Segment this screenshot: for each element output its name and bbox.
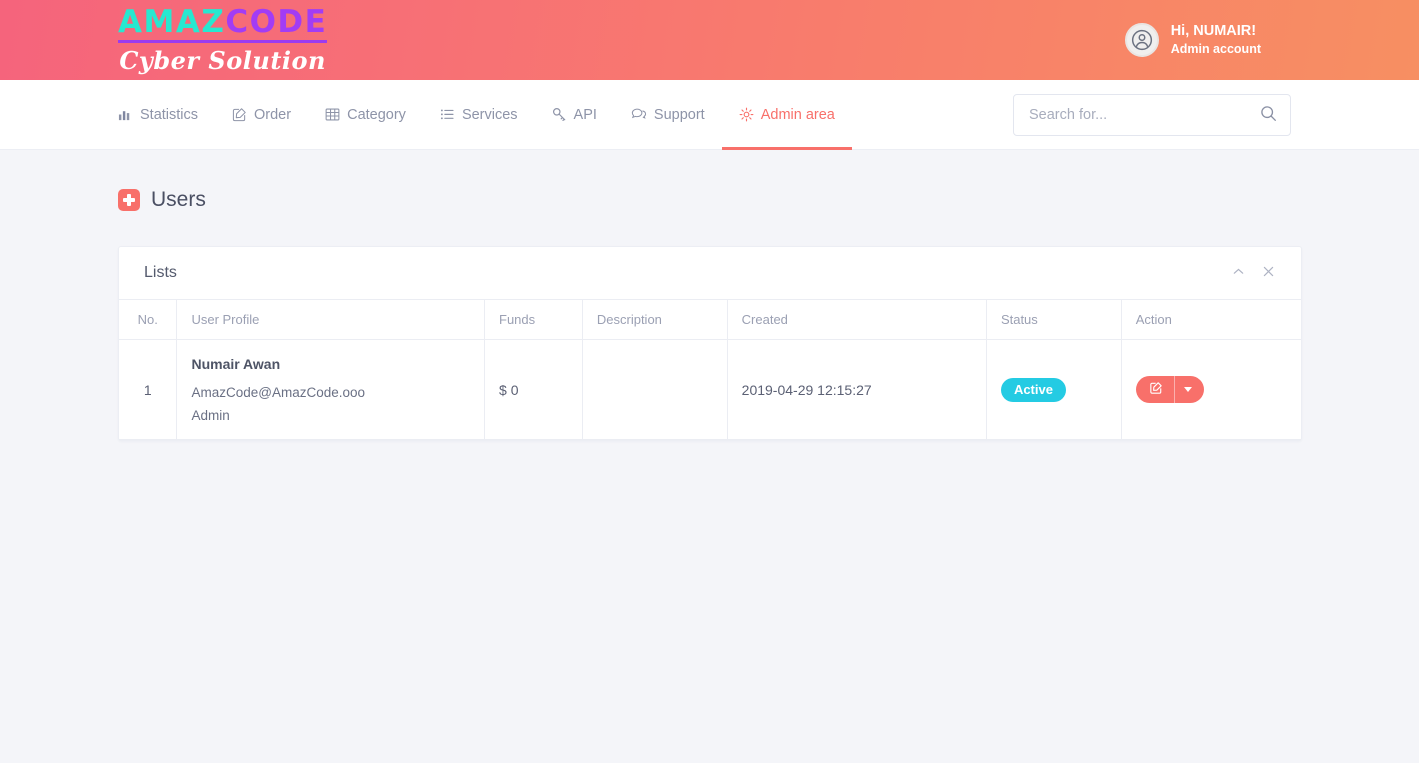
nav-item-category[interactable]: Category (308, 80, 423, 150)
table-header-row: No. User Profile Funds Description Creat… (119, 299, 1301, 340)
column-header-no: No. (119, 299, 178, 340)
column-header-user-profile: User Profile (176, 299, 486, 340)
users-table: No. User Profile Funds Description Creat… (119, 299, 1301, 440)
brand-logo-tagline: Cyber Solution (119, 46, 326, 75)
caret-down-icon (1183, 387, 1192, 392)
cell-user-profile: Numair Awan AmazCode@AmazCode.ooo Admin (176, 339, 486, 440)
edit-square-icon (1149, 381, 1163, 398)
nav-item-statistics[interactable]: Statistics (118, 80, 215, 150)
edit-square-icon (232, 107, 247, 122)
brand-logo-secondary: CODE (225, 4, 328, 40)
nav-item-label: Admin area (760, 106, 835, 123)
close-card-button[interactable] (1260, 263, 1277, 283)
search-icon (1260, 105, 1277, 125)
app-header: AMAZCODE Cyber Solution Hi, NUMAIR! Admi… (0, 0, 1419, 80)
nav-item-label: API (573, 106, 597, 123)
user-role: Admin (191, 408, 230, 423)
edit-user-button[interactable] (1136, 376, 1174, 403)
row-action-dropdown-button[interactable] (1173, 376, 1204, 403)
column-header-description: Description (582, 299, 728, 340)
close-icon (1262, 265, 1275, 281)
plus-square-icon (118, 189, 140, 211)
user-name: Numair Awan (191, 356, 281, 372)
account-greeting: Hi, NUMAIR! (1170, 22, 1257, 39)
nav-item-support[interactable]: Support (614, 80, 722, 150)
cell-status: Active (986, 339, 1122, 440)
nav-item-services[interactable]: Services (423, 80, 535, 150)
cell-description (582, 339, 728, 440)
nav-item-label: Services (461, 106, 518, 123)
nav-item-api[interactable]: API (535, 80, 614, 150)
nav-item-order[interactable]: Order (215, 80, 308, 150)
brand-logo-primary: AMAZ (118, 4, 226, 40)
user-email: AmazCode@AmazCode.ooo (191, 385, 365, 400)
nav-item-list: Statistics Order Category Services API S… (118, 80, 853, 150)
bar-chart-icon (118, 107, 133, 122)
brand-logo-wordmark: AMAZCODE (118, 4, 328, 43)
search-box (1013, 93, 1291, 136)
nav-item-label: Support (653, 106, 705, 123)
cell-funds: $ 0 (484, 339, 583, 440)
chat-bubble-icon (631, 107, 647, 122)
nav-item-label: Order (254, 106, 292, 123)
chevron-up-icon (1232, 265, 1245, 281)
column-header-status: Status (986, 299, 1122, 340)
gear-icon (739, 107, 754, 122)
search-button[interactable] (1256, 101, 1281, 129)
cell-no: 1 (119, 339, 178, 440)
page-content: Users Lists No. User Profile Funds Descr… (0, 150, 1419, 441)
key-icon (552, 107, 567, 122)
nav-item-label: Category (347, 106, 406, 123)
status-badge: Active (1000, 377, 1066, 402)
column-header-funds: Funds (484, 299, 583, 340)
users-list-card: Lists No. User Profile Funds Description… (118, 246, 1302, 441)
users-table-body: 1 Numair Awan AmazCode@AmazCode.ooo Admi… (119, 339, 1301, 440)
table-grid-icon (325, 107, 340, 122)
brand-logo[interactable]: AMAZCODE Cyber Solution (118, 4, 328, 75)
row-action-group (1135, 376, 1204, 403)
card-header: Lists (119, 247, 1301, 299)
cell-action (1121, 339, 1301, 440)
page-title: Users (151, 188, 206, 211)
column-header-action: Action (1121, 299, 1301, 340)
user-circle-icon (1124, 23, 1159, 57)
column-header-created: Created (727, 299, 987, 340)
card-title: Lists (144, 264, 177, 281)
nav-item-admin-area[interactable]: Admin area (721, 80, 853, 150)
search-input[interactable] (1013, 93, 1291, 136)
card-tools (1230, 263, 1277, 283)
main-navigation: Statistics Order Category Services API S… (0, 80, 1419, 150)
nav-item-label: Statistics (140, 106, 199, 123)
account-menu[interactable]: Hi, NUMAIR! Admin account (1124, 22, 1391, 58)
cell-created: 2019-04-29 12:15:27 (727, 339, 987, 440)
page-header: Users (118, 188, 1301, 212)
account-text: Hi, NUMAIR! Admin account (1171, 22, 1261, 58)
table-row: 1 Numair Awan AmazCode@AmazCode.ooo Admi… (119, 339, 1301, 440)
collapse-card-button[interactable] (1230, 263, 1247, 283)
users-table-header: No. User Profile Funds Description Creat… (119, 299, 1301, 340)
list-icon (440, 107, 455, 122)
account-role: Admin account (1170, 42, 1261, 57)
